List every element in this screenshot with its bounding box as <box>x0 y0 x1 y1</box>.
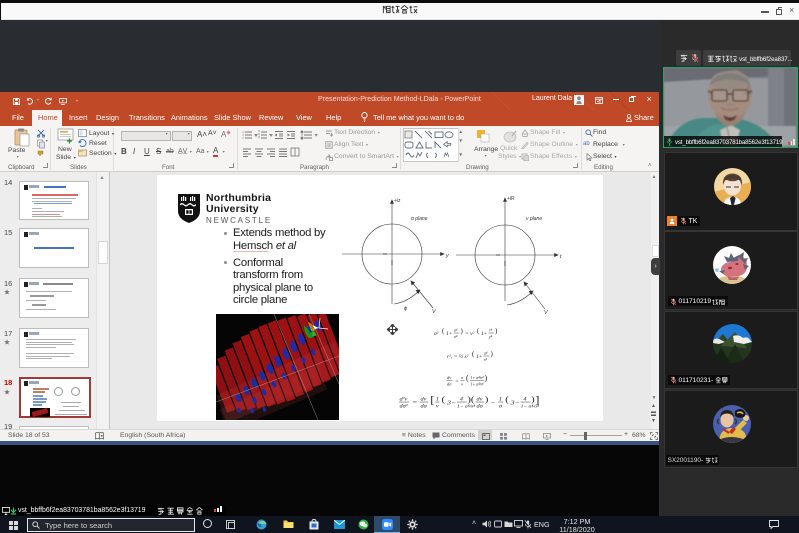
svg-text:): ) <box>491 350 494 358</box>
svg-text:dσ: dσ <box>477 404 483 409</box>
svg-text:1+: 1+ <box>446 331 453 337</box>
svg-text:3−: 3− <box>446 399 457 406</box>
svg-text:)(: )( <box>467 395 474 405</box>
svg-text:σ⁴: σ⁴ <box>454 334 458 339</box>
svg-text:V: V <box>432 309 437 314</box>
svg-text:(: ( <box>505 395 509 405</box>
svg-text:(: ( <box>477 327 480 335</box>
svg-text:1+: 1+ <box>476 354 483 360</box>
svg-text:1− a⁴∕σ⁴: 1− a⁴∕σ⁴ <box>457 404 476 409</box>
svg-text:1: 1 <box>499 397 502 402</box>
svg-text:(: ( <box>472 350 475 358</box>
svg-text:s⁴: s⁴ <box>484 357 488 362</box>
svg-text:v plane: v plane <box>526 216 542 222</box>
svg-text:): ) <box>485 395 489 405</box>
svg-text:1+ a⁴∕v⁴: 1+ a⁴∕v⁴ <box>471 382 485 387</box>
svg-text:dσ: dσ <box>421 404 427 409</box>
svg-text:α plane: α plane <box>411 216 428 222</box>
svg-text:σ: σ <box>499 404 502 409</box>
svg-text:): ) <box>531 395 535 405</box>
svg-text:dv: dv <box>421 397 427 402</box>
svg-text:a⁴: a⁴ <box>454 328 458 333</box>
svg-text:y⁴: y⁴ <box>488 334 493 339</box>
svg-text:(: ( <box>442 395 446 405</box>
svg-text:σ: σ <box>461 375 464 380</box>
svg-text:a⁴: a⁴ <box>484 351 488 356</box>
svg-text:): ) <box>461 327 464 335</box>
svg-text:dv: dv <box>447 375 451 380</box>
svg-text:dσ²: dσ² <box>400 404 408 409</box>
svg-text:3−: 3− <box>510 399 521 406</box>
svg-text:1+ a⁴∕σ⁴: 1+ a⁴∕σ⁴ <box>471 375 485 380</box>
svg-text:+iR: +iR <box>507 196 515 202</box>
svg-text:=: = <box>412 399 418 406</box>
svg-text:4: 4 <box>523 397 526 402</box>
svg-text:v: v <box>461 382 463 387</box>
svg-text:1: 1 <box>436 397 439 402</box>
svg-text:dσ: dσ <box>447 382 452 387</box>
svg-text:t: t <box>560 254 562 260</box>
svg-text:1+: 1+ <box>481 331 488 337</box>
svg-text:=: = <box>455 379 459 385</box>
svg-text:V: V <box>544 310 549 315</box>
svg-text:(: ( <box>466 374 469 383</box>
svg-text:(: ( <box>442 327 445 335</box>
svg-text:dv: dv <box>477 397 483 402</box>
svg-text:d²v: d²v <box>400 397 408 402</box>
svg-text:[: [ <box>430 395 434 406</box>
svg-text:): ) <box>495 327 498 335</box>
svg-text:r²ₑ = ½ s²: r²ₑ = ½ s² <box>447 353 469 360</box>
svg-text:−: − <box>491 399 497 406</box>
svg-text:4: 4 <box>460 397 463 402</box>
svg-text:v: v <box>436 404 439 409</box>
svg-text:): ) <box>485 374 488 383</box>
svg-text:+iz: +iz <box>394 198 401 204</box>
svg-text:= v²: = v² <box>465 331 475 337</box>
svg-text:]: ] <box>535 395 539 406</box>
svg-text:r⁴: r⁴ <box>489 328 493 333</box>
svg-text:ϕ: ϕ <box>404 306 407 312</box>
svg-text:σ²: σ² <box>434 331 439 337</box>
